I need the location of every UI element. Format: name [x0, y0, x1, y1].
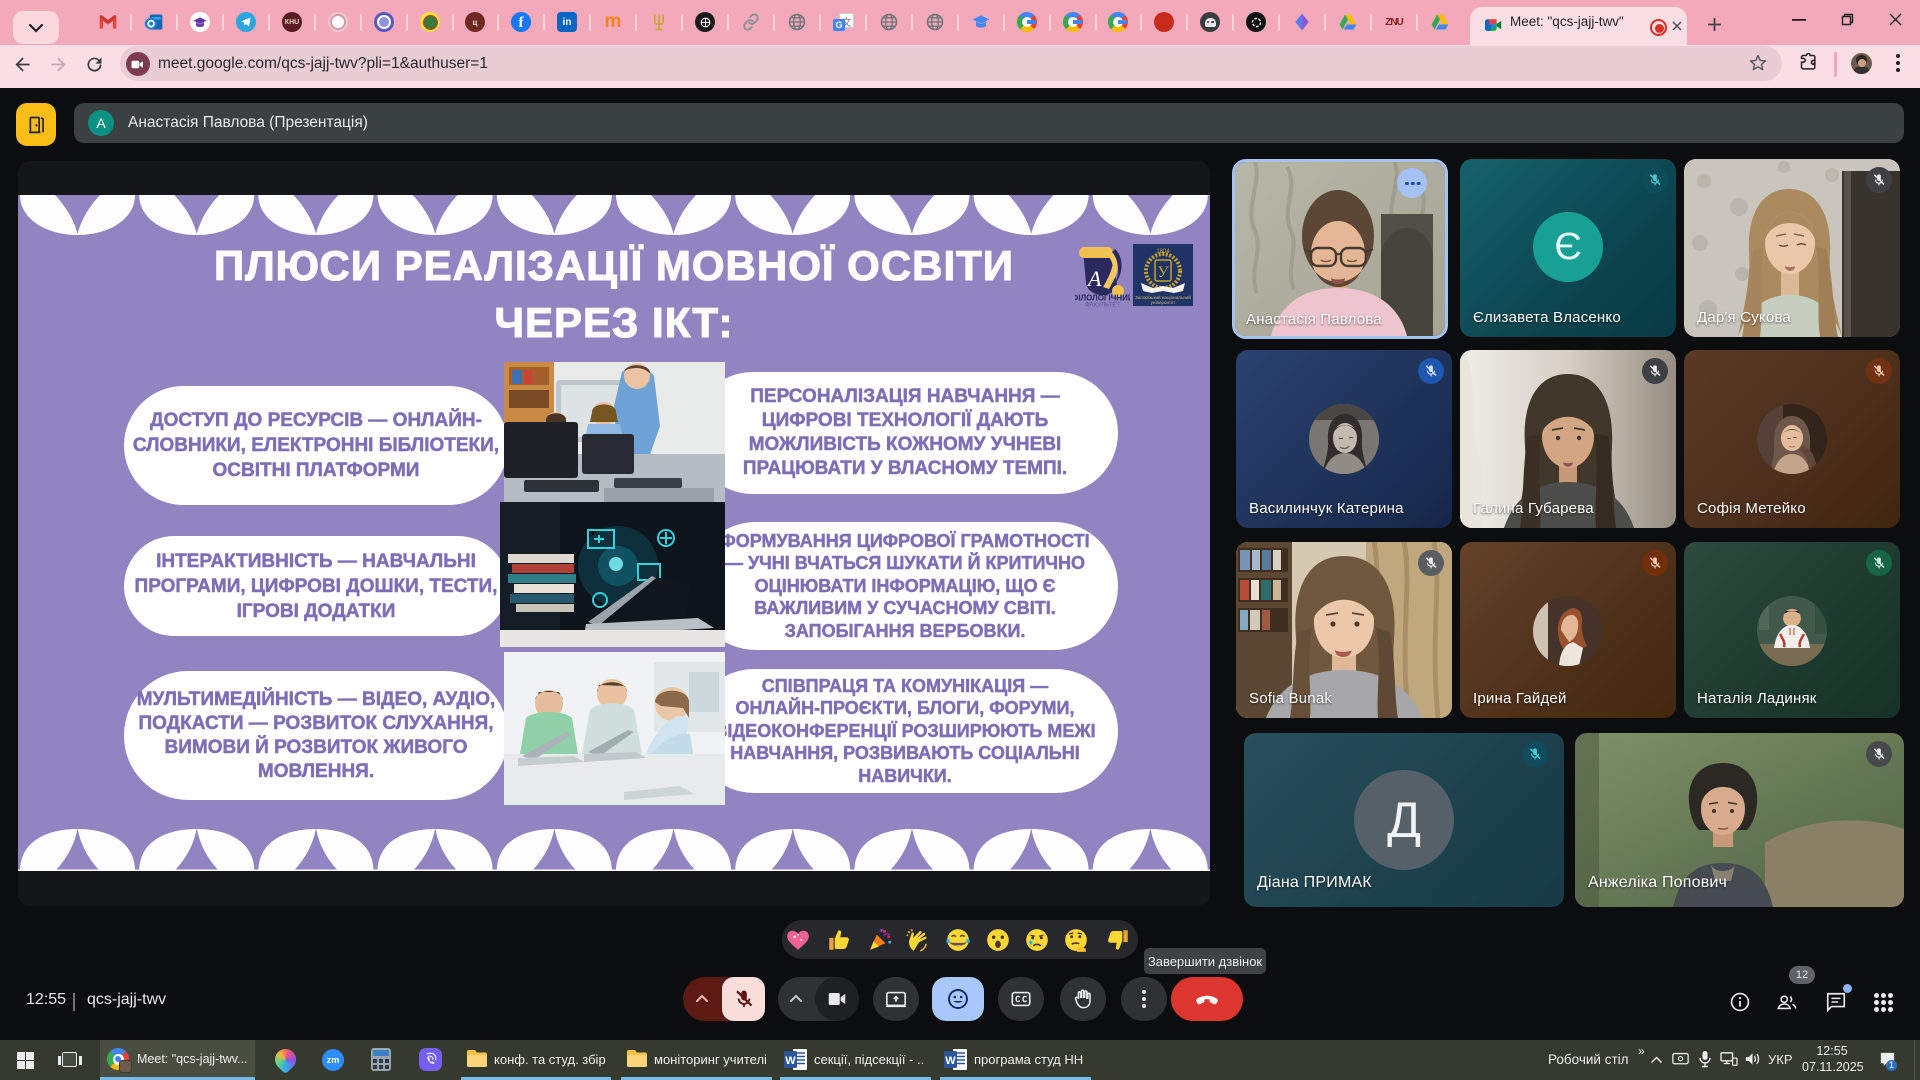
- svg-text:A: A: [1086, 266, 1102, 291]
- svg-text:університет: університет: [1151, 300, 1177, 305]
- svg-text:ФАКУЛЬТЕТ: ФАКУЛЬТЕТ: [1085, 302, 1121, 308]
- svg-text:W: W: [945, 1055, 956, 1067]
- svg-text:У: У: [1157, 264, 1169, 281]
- svg-text:1804: 1804: [1156, 249, 1170, 255]
- svg-text:W: W: [785, 1055, 796, 1067]
